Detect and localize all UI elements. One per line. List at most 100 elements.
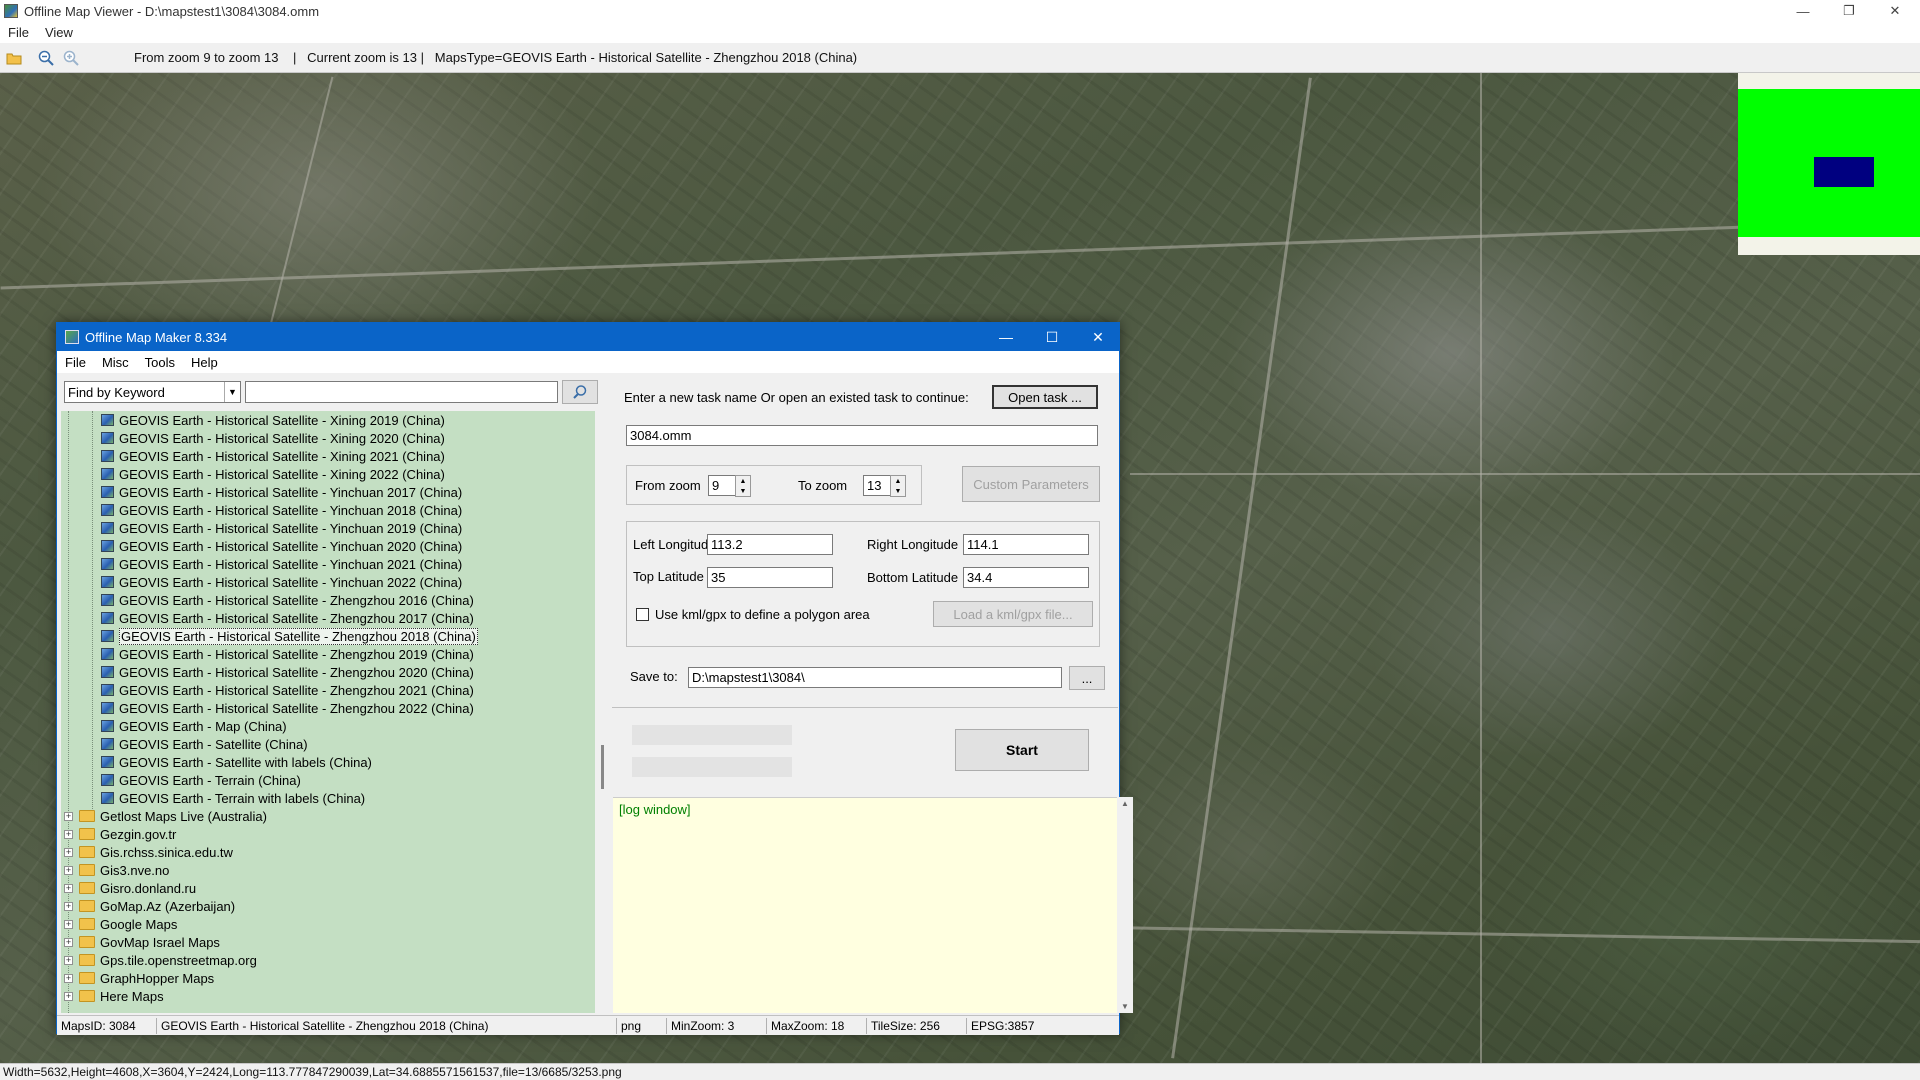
map-layer-icon: [101, 558, 114, 570]
expand-icon[interactable]: +: [64, 937, 73, 947]
to-zoom-input[interactable]: 13: [863, 475, 891, 496]
expand-icon[interactable]: +: [64, 811, 73, 821]
top-latitude-input[interactable]: 35: [707, 567, 833, 588]
search-button[interactable]: [562, 380, 598, 404]
start-button[interactable]: Start: [955, 729, 1089, 771]
task-name-input[interactable]: 3084.omm: [626, 425, 1098, 446]
tree-map-item[interactable]: GEOVIS Earth - Historical Satellite - Zh…: [101, 663, 474, 681]
tree-map-item[interactable]: GEOVIS Earth - Terrain with labels (Chin…: [101, 789, 365, 807]
log-window[interactable]: [log window]: [613, 797, 1117, 1013]
progress-bar-total: [632, 725, 792, 745]
tree-folder-label: Google Maps: [100, 916, 178, 932]
dialog-menu-file[interactable]: File: [57, 355, 94, 370]
bottom-latitude-input[interactable]: 34.4: [963, 567, 1089, 588]
expand-icon[interactable]: +: [64, 883, 73, 893]
tree-map-item[interactable]: GEOVIS Earth - Map (China): [101, 717, 287, 735]
tree-map-item[interactable]: GEOVIS Earth - Historical Satellite - Yi…: [101, 501, 462, 519]
from-zoom-label: From zoom: [635, 478, 701, 493]
to-zoom-stepper[interactable]: ▲ ▼: [890, 475, 906, 497]
open-task-button[interactable]: Open task ...: [992, 385, 1098, 409]
right-longitude-input[interactable]: 114.1: [963, 534, 1089, 555]
dialog-maximize-button[interactable]: ☐: [1029, 323, 1075, 351]
tree-map-item[interactable]: GEOVIS Earth - Historical Satellite - Yi…: [101, 573, 462, 591]
status-epsg: EPSG:3857: [971, 1018, 1035, 1033]
load-kml-button[interactable]: Load a kml/gpx file...: [933, 601, 1093, 627]
minimize-button[interactable]: —: [1780, 0, 1826, 22]
dialog-menu-tools[interactable]: Tools: [137, 355, 183, 370]
dialog-menu-misc[interactable]: Misc: [94, 355, 137, 370]
dialog-minimize-button[interactable]: —: [983, 323, 1029, 351]
log-scrollbar[interactable]: ▲ ▼: [1117, 797, 1133, 1013]
tree-scroll-thumb[interactable]: [601, 745, 604, 789]
tree-folder-item[interactable]: + GovMap Israel Maps: [64, 933, 220, 951]
tree-folder-item[interactable]: + Here Maps: [64, 987, 164, 1005]
tree-map-item[interactable]: GEOVIS Earth - Historical Satellite - Yi…: [101, 483, 462, 501]
tree-folder-item[interactable]: + Gezgin.gov.tr: [64, 825, 176, 843]
tree-map-item[interactable]: GEOVIS Earth - Historical Satellite - Zh…: [101, 627, 478, 645]
tree-map-item[interactable]: GEOVIS Earth - Historical Satellite - Zh…: [101, 645, 474, 663]
tree-map-item[interactable]: GEOVIS Earth - Historical Satellite - Yi…: [101, 555, 462, 573]
left-longitude-input[interactable]: 113.2: [707, 534, 833, 555]
tree-folder-label: GoMap.Az (Azerbaijan): [100, 898, 236, 914]
menu-file[interactable]: File: [0, 25, 37, 40]
tree-scrollbar[interactable]: [595, 411, 612, 1013]
tree-map-item[interactable]: GEOVIS Earth - Historical Satellite - Zh…: [101, 681, 474, 699]
tree-folder-item[interactable]: + GraphHopper Maps: [64, 969, 214, 987]
zoom-out-icon[interactable]: [35, 47, 57, 69]
expand-icon[interactable]: +: [64, 865, 73, 875]
tree-map-item[interactable]: GEOVIS Earth - Historical Satellite - Xi…: [101, 429, 445, 447]
expand-icon[interactable]: +: [64, 991, 73, 1001]
expand-icon[interactable]: +: [64, 847, 73, 857]
expand-icon[interactable]: +: [64, 955, 73, 965]
kml-checkbox[interactable]: [636, 608, 649, 621]
close-button[interactable]: ✕: [1872, 0, 1918, 22]
log-text: [log window]: [619, 802, 691, 817]
custom-parameters-button[interactable]: Custom Parameters: [962, 466, 1100, 502]
search-mode-select[interactable]: Find by Keyword ▼: [64, 381, 241, 403]
tree-map-item[interactable]: GEOVIS Earth - Historical Satellite - Zh…: [101, 591, 474, 609]
tree-map-item[interactable]: GEOVIS Earth - Satellite (China): [101, 735, 308, 753]
expand-icon[interactable]: +: [64, 973, 73, 983]
zoom-in-icon[interactable]: [60, 47, 82, 69]
dialog-close-button[interactable]: ✕: [1075, 323, 1121, 351]
browse-button[interactable]: ...: [1069, 666, 1105, 690]
tree-folder-item[interactable]: + Gisro.donland.ru: [64, 879, 196, 897]
tree-folder-item[interactable]: + Google Maps: [64, 915, 177, 933]
scroll-up-icon[interactable]: ▲: [1121, 799, 1129, 808]
tree-map-item[interactable]: GEOVIS Earth - Historical Satellite - Yi…: [101, 537, 462, 555]
map-layer-icon: [101, 468, 114, 480]
map-layer-icon: [101, 432, 114, 444]
from-zoom-stepper[interactable]: ▲ ▼: [735, 475, 751, 497]
tree-folder-item[interactable]: + Gps.tile.openstreetmap.org: [64, 951, 257, 969]
tree-map-item[interactable]: GEOVIS Earth - Historical Satellite - Xi…: [101, 465, 445, 483]
save-path-input[interactable]: D:\mapstest1\3084\: [688, 667, 1062, 688]
chevron-down-icon[interactable]: ▼: [224, 382, 240, 402]
overview-minimap[interactable]: [1738, 73, 1920, 255]
dialog-menu-help[interactable]: Help: [183, 355, 226, 370]
overview-viewport[interactable]: [1814, 157, 1874, 187]
maps-tree[interactable]: GEOVIS Earth - Historical Satellite - Xi…: [61, 411, 595, 1013]
menu-view[interactable]: View: [37, 25, 81, 40]
restore-button[interactable]: ❐: [1826, 0, 1872, 22]
keyword-input[interactable]: [245, 381, 558, 403]
expand-icon[interactable]: +: [64, 901, 73, 911]
tree-folder-item[interactable]: + GoMap.Az (Azerbaijan): [64, 897, 235, 915]
from-zoom-input[interactable]: 9: [708, 475, 736, 496]
tree-folder-item[interactable]: + Gis.rchss.sinica.edu.tw: [64, 843, 233, 861]
tree-folder-item[interactable]: + Gis3.nve.no: [64, 861, 169, 879]
open-folder-icon[interactable]: [3, 47, 25, 69]
tree-map-item[interactable]: GEOVIS Earth - Historical Satellite - Xi…: [101, 447, 445, 465]
expand-icon[interactable]: +: [64, 829, 73, 839]
scroll-down-icon[interactable]: ▼: [1121, 1002, 1129, 1011]
tree-map-item[interactable]: GEOVIS Earth - Historical Satellite - Xi…: [101, 411, 445, 429]
dialog-app-icon: [65, 330, 79, 344]
zoom-info-text: From zoom 9 to zoom 13 | Current zoom is…: [134, 50, 858, 65]
tree-map-item[interactable]: GEOVIS Earth - Historical Satellite - Yi…: [101, 519, 462, 537]
tree-folder-item[interactable]: + Getlost Maps Live (Australia): [64, 807, 267, 825]
tree-map-item[interactable]: GEOVIS Earth - Historical Satellite - Zh…: [101, 699, 474, 717]
tree-folder-label: Here Maps: [100, 988, 164, 1004]
tree-map-item[interactable]: GEOVIS Earth - Satellite with labels (Ch…: [101, 753, 372, 771]
expand-icon[interactable]: +: [64, 919, 73, 929]
tree-map-item[interactable]: GEOVIS Earth - Terrain (China): [101, 771, 301, 789]
tree-map-item[interactable]: GEOVIS Earth - Historical Satellite - Zh…: [101, 609, 474, 627]
